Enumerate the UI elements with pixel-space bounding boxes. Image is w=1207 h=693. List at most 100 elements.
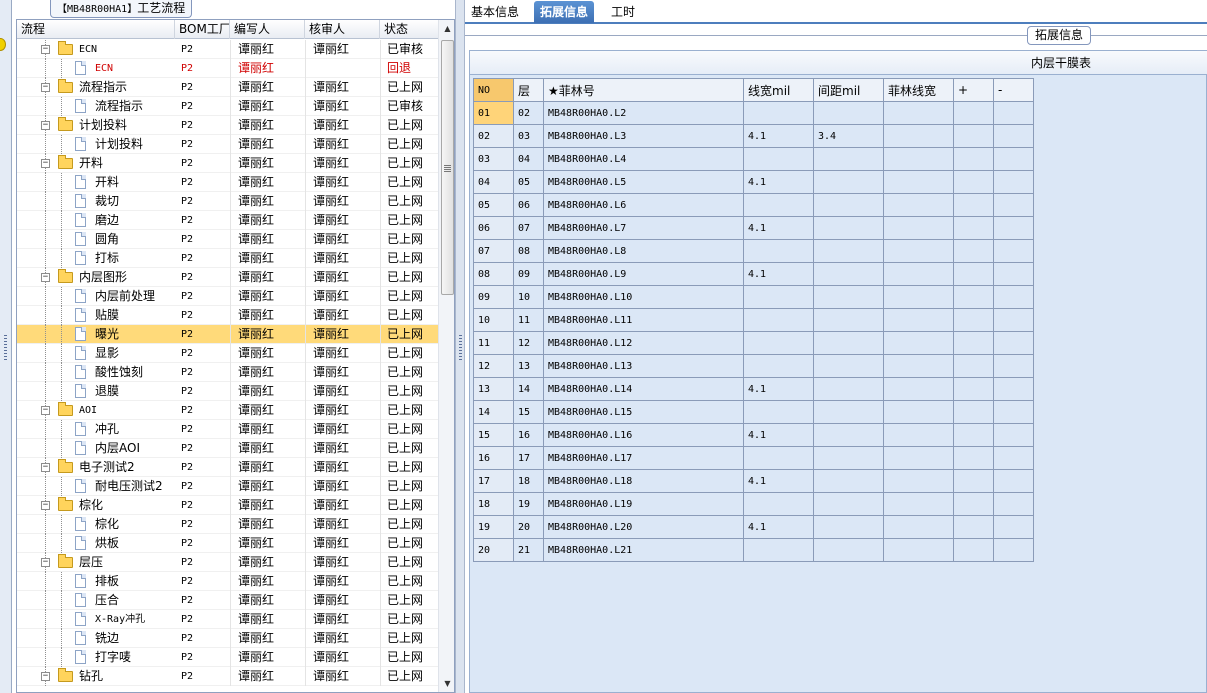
- grid-header-line-width[interactable]: 线宽mil: [743, 78, 814, 102]
- grid-cell-no[interactable]: 18: [473, 492, 514, 516]
- grid-cell-add[interactable]: [953, 101, 994, 125]
- grid-cell-add[interactable]: [953, 400, 994, 424]
- grid-cell-film-line-width[interactable]: [883, 193, 954, 217]
- grid-cell-layer[interactable]: 18: [513, 469, 544, 493]
- grid-cell-film-line-width[interactable]: [883, 216, 954, 240]
- tree-node[interactable]: 耐电压测试2: [17, 477, 175, 496]
- grid-cell-film-number[interactable]: MB48R00HA0.L19: [543, 492, 744, 516]
- grid-cell-no[interactable]: 07: [473, 239, 514, 263]
- grid-cell-spacing[interactable]: [813, 377, 884, 401]
- grid-cell-remove[interactable]: [993, 216, 1034, 240]
- grid-cell-film-number[interactable]: MB48R00HA0.L17: [543, 446, 744, 470]
- grid-cell-line-width[interactable]: 4.1: [743, 469, 814, 493]
- grid-cell-film-number[interactable]: MB48R00HA0.L16: [543, 423, 744, 447]
- arrow-up-icon[interactable]: ▲: [439, 20, 454, 37]
- grid-cell-no[interactable]: 17: [473, 469, 514, 493]
- grid-row[interactable]: 12 13 MB48R00HA0.L13: [473, 354, 1034, 378]
- grid-row[interactable]: 15 16 MB48R00HA0.L16 4.1: [473, 423, 1034, 447]
- grid-cell-line-width[interactable]: [743, 147, 814, 171]
- tree-row[interactable]: − ECN P2 谭丽红 谭丽红 已审核: [17, 40, 438, 59]
- grid-cell-layer[interactable]: 15: [513, 400, 544, 424]
- grid-header-remove[interactable]: -: [993, 78, 1034, 102]
- grid-cell-add[interactable]: [953, 469, 994, 493]
- tree-row[interactable]: 裁切 P2 谭丽红 谭丽红 已上网: [17, 192, 438, 211]
- grid-cell-add[interactable]: [953, 147, 994, 171]
- grid-cell-add[interactable]: [953, 331, 994, 355]
- grid-cell-no[interactable]: 02: [473, 124, 514, 148]
- grid-cell-spacing[interactable]: [813, 147, 884, 171]
- tree-node[interactable]: − AOI: [17, 401, 175, 420]
- tree-row[interactable]: 耐电压测试2 P2 谭丽红 谭丽红 已上网: [17, 477, 438, 496]
- tree-row[interactable]: 开料 P2 谭丽红 谭丽红 已上网: [17, 173, 438, 192]
- grid-cell-remove[interactable]: [993, 331, 1034, 355]
- grid-row[interactable]: 18 19 MB48R00HA0.L19: [473, 492, 1034, 516]
- tree-node[interactable]: − 开料: [17, 154, 175, 173]
- grid-cell-line-width[interactable]: [743, 239, 814, 263]
- grid-cell-spacing[interactable]: [813, 469, 884, 493]
- grid-cell-film-line-width[interactable]: [883, 285, 954, 309]
- tree-row[interactable]: 计划投料 P2 谭丽红 谭丽红 已上网: [17, 135, 438, 154]
- grid-cell-line-width[interactable]: 4.1: [743, 262, 814, 286]
- grid-cell-film-number[interactable]: MB48R00HA0.L21: [543, 538, 744, 562]
- expand-toggle-icon[interactable]: −: [41, 45, 50, 54]
- tree-node[interactable]: 流程指示: [17, 97, 175, 116]
- grid-cell-line-width[interactable]: [743, 492, 814, 516]
- column-header-author[interactable]: 编写人: [230, 20, 305, 39]
- grid-cell-spacing[interactable]: [813, 239, 884, 263]
- grid-cell-spacing[interactable]: [813, 423, 884, 447]
- grid-cell-spacing[interactable]: [813, 538, 884, 562]
- grid-cell-layer[interactable]: 03: [513, 124, 544, 148]
- grid-cell-add[interactable]: [953, 285, 994, 309]
- grid-cell-film-line-width[interactable]: [883, 423, 954, 447]
- tree-row[interactable]: 打字唛 P2 谭丽红 谭丽红 已上网: [17, 648, 438, 667]
- tab-extended-info[interactable]: 拓展信息: [534, 1, 595, 23]
- tree-row[interactable]: 排板 P2 谭丽红 谭丽红 已上网: [17, 572, 438, 591]
- grid-cell-add[interactable]: [953, 538, 994, 562]
- grid-cell-film-number[interactable]: MB48R00HA0.L2: [543, 101, 744, 125]
- grid-row[interactable]: 02 03 MB48R00HA0.L3 4.1 3.4: [473, 124, 1034, 148]
- grid-cell-film-number[interactable]: MB48R00HA0.L8: [543, 239, 744, 263]
- tree-node[interactable]: 打字唛: [17, 648, 175, 667]
- grid-row[interactable]: 13 14 MB48R00HA0.L14 4.1: [473, 377, 1034, 401]
- grid-row[interactable]: 08 09 MB48R00HA0.L9 4.1: [473, 262, 1034, 286]
- tree-node[interactable]: − 计划投料: [17, 116, 175, 135]
- grid-cell-film-line-width[interactable]: [883, 377, 954, 401]
- tree-row[interactable]: 圆角 P2 谭丽红 谭丽红 已上网: [17, 230, 438, 249]
- splitter-grip-icon[interactable]: [459, 335, 462, 361]
- grid-cell-layer[interactable]: 12: [513, 331, 544, 355]
- grid-cell-film-number[interactable]: MB48R00HA0.L11: [543, 308, 744, 332]
- grid-cell-layer[interactable]: 05: [513, 170, 544, 194]
- tree-row[interactable]: − 棕化 P2 谭丽红 谭丽红 已上网: [17, 496, 438, 515]
- grid-cell-spacing[interactable]: [813, 515, 884, 539]
- grid-cell-no[interactable]: 09: [473, 285, 514, 309]
- expand-toggle-icon[interactable]: −: [41, 159, 50, 168]
- grid-cell-layer[interactable]: 13: [513, 354, 544, 378]
- tree-node[interactable]: 贴膜: [17, 306, 175, 325]
- grid-cell-film-line-width[interactable]: [883, 515, 954, 539]
- grid-cell-add[interactable]: [953, 308, 994, 332]
- tree-node[interactable]: 酸性蚀刻: [17, 363, 175, 382]
- grid-cell-add[interactable]: [953, 193, 994, 217]
- grid-cell-no[interactable]: 11: [473, 331, 514, 355]
- grid-cell-film-line-width[interactable]: [883, 446, 954, 470]
- grid-cell-remove[interactable]: [993, 285, 1034, 309]
- grid-cell-line-width[interactable]: [743, 331, 814, 355]
- tree-node[interactable]: 磨边: [17, 211, 175, 230]
- grid-cell-add[interactable]: [953, 492, 994, 516]
- grid-cell-line-width[interactable]: [743, 308, 814, 332]
- grid-row[interactable]: 17 18 MB48R00HA0.L18 4.1: [473, 469, 1034, 493]
- grid-header-add[interactable]: +: [953, 78, 994, 102]
- grid-cell-layer[interactable]: 10: [513, 285, 544, 309]
- grid-cell-line-width[interactable]: 4.1: [743, 216, 814, 240]
- grid-cell-film-line-width[interactable]: [883, 239, 954, 263]
- grid-cell-add[interactable]: [953, 423, 994, 447]
- grid-cell-spacing[interactable]: [813, 193, 884, 217]
- grid-cell-no[interactable]: 13: [473, 377, 514, 401]
- tree-node[interactable]: 计划投料: [17, 135, 175, 154]
- grid-header-spacing[interactable]: 间距mil: [813, 78, 884, 102]
- grid-cell-film-number[interactable]: MB48R00HA0.L20: [543, 515, 744, 539]
- grid-cell-add[interactable]: [953, 515, 994, 539]
- grid-cell-line-width[interactable]: [743, 446, 814, 470]
- tree-node[interactable]: − ECN: [17, 40, 175, 59]
- grid-cell-layer[interactable]: 11: [513, 308, 544, 332]
